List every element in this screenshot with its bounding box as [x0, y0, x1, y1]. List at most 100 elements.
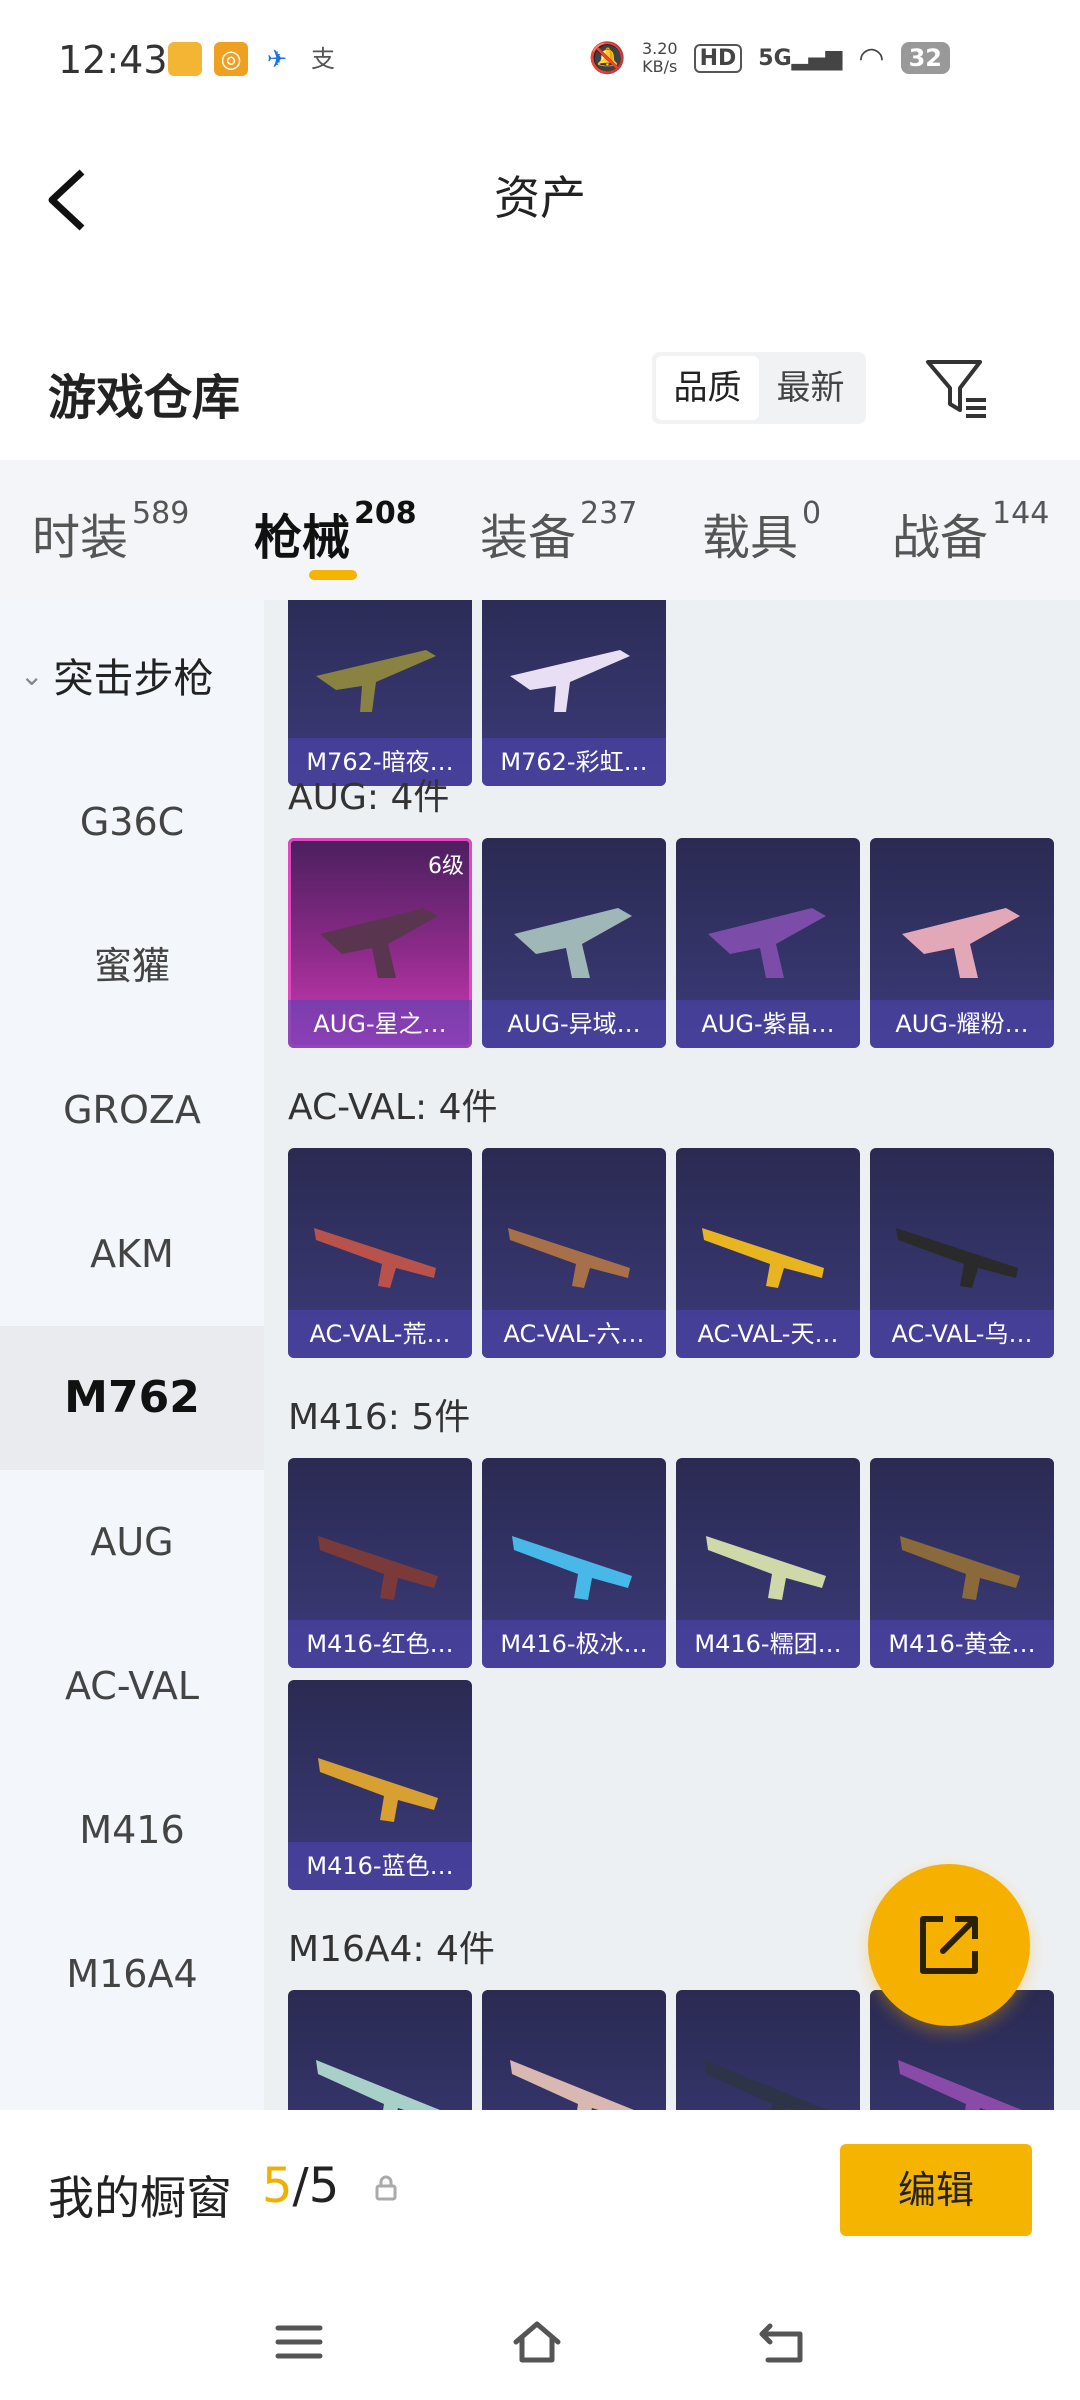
tab-label: 载具: [702, 510, 799, 566]
mute-icon: 🔕: [588, 40, 626, 76]
sidebar-item-groza[interactable]: GROZA: [0, 1038, 264, 1182]
sidebar-item-honey-badger[interactable]: 蜜獾: [0, 894, 264, 1038]
tab-count: 0: [802, 496, 822, 531]
showcase-bar: 我的橱窗 5/5 编辑: [0, 2112, 1080, 2282]
sidebar-item-m16a4[interactable]: M16A4: [0, 1902, 264, 2046]
weapon-card[interactable]: M416-糯团…: [676, 1458, 860, 1668]
menu-icon[interactable]: [274, 2318, 324, 2366]
status-indicators: 🔕 3.20 KB/s HD 5G▂▄▆ ◠ 32: [589, 40, 950, 76]
weapon-card[interactable]: M416-极冰…: [482, 1458, 666, 1668]
tab-vehicles[interactable]: 载具 0: [702, 496, 822, 568]
rifle-icon: [508, 1228, 630, 1288]
weapon-sidebar: ⌄ 突击步枪 G36C 蜜獾 GROZA AKM M762 AUG AC-VAL…: [0, 600, 264, 2110]
section-label-ac-val: AC-VAL: 4件: [288, 1087, 498, 1128]
section-label-m416: M416: 5件: [288, 1397, 471, 1438]
warehouse-bar: 游戏仓库 品质 最新: [0, 340, 1080, 460]
weapon-card-name: AUG-星之…: [288, 1000, 472, 1048]
filter-icon: [926, 360, 986, 418]
signal-label: 5G: [758, 45, 792, 71]
edit-button[interactable]: 编辑: [840, 2144, 1032, 2236]
weapon-card[interactable]: M416-红色…: [288, 1458, 472, 1668]
rifle-icon: [702, 1228, 824, 1288]
hd-icon: HD: [693, 43, 743, 73]
weapon-card[interactable]: [288, 1990, 472, 2110]
weapon-card[interactable]: M416-黄金…: [870, 1458, 1054, 1668]
wifi-icon: ◠: [858, 40, 885, 76]
sidebar-group-assault-rifles[interactable]: ⌄ 突击步枪: [20, 646, 213, 704]
rifle-icon: [896, 1228, 1018, 1288]
sort-quality-button[interactable]: 品质: [656, 356, 759, 420]
showcase-total: 5: [308, 2158, 340, 2214]
tab-fashion[interactable]: 时装 589: [32, 496, 189, 568]
sidebar-item-m416[interactable]: M416: [0, 1758, 264, 1902]
sidebar-item-m762[interactable]: M762: [0, 1326, 264, 1470]
weapon-card[interactable]: M416-蓝色…: [288, 1680, 472, 1890]
rifle-icon: [318, 1536, 438, 1600]
level-badge: 6级: [428, 854, 464, 879]
weapon-card-name: M762-彩虹…: [482, 738, 666, 786]
sidebar-item-aug[interactable]: AUG: [0, 1470, 264, 1614]
section-label-aug: AUG: 4件: [288, 777, 450, 818]
rifle-icon: [510, 2060, 634, 2110]
net-speed: 3.20 KB/s: [642, 40, 678, 76]
tab-indicator: [309, 570, 357, 580]
weapon-card[interactable]: M762-彩虹…: [482, 600, 666, 786]
telecom-icon: ✈: [266, 45, 288, 73]
weapon-card[interactable]: M762-暗夜…: [288, 600, 472, 786]
rifle-icon: [320, 908, 438, 978]
weapon-card[interactable]: AUG-紫晶…: [676, 838, 860, 1048]
rifle-icon: [314, 1228, 436, 1288]
weapon-card[interactable]: AC-VAL-荒…: [288, 1148, 472, 1358]
tab-gear[interactable]: 装备 237: [480, 496, 637, 568]
tab-label: 枪械: [254, 510, 351, 566]
sidebar-item-g36c[interactable]: G36C: [0, 750, 264, 894]
notification-icons: ◎ ✈ 支: [168, 42, 340, 76]
rifle-icon: [514, 908, 632, 978]
page-title: 资产: [494, 171, 586, 225]
tab-label: 装备: [480, 510, 577, 566]
showcase-current: 5: [262, 2158, 293, 2214]
tab-guns[interactable]: 枪械 208: [254, 496, 417, 568]
weapon-card-name: AUG-异域…: [482, 1000, 666, 1048]
sort-toggle: 品质 最新: [652, 352, 866, 424]
sort-latest-button[interactable]: 最新: [759, 356, 862, 420]
rifle-icon: [512, 1536, 632, 1600]
tab-label: 战备: [892, 510, 989, 566]
weapon-card[interactable]: AC-VAL-乌…: [870, 1148, 1054, 1358]
signal-icon: 5G▂▄▆: [758, 45, 843, 71]
rifle-icon: [900, 1536, 1020, 1600]
rings-app-icon: ◎: [214, 42, 248, 76]
weapon-card[interactable]: [676, 1990, 860, 2110]
lock-icon: [375, 2175, 397, 2201]
sidebar-item-akm[interactable]: AKM: [0, 1182, 264, 1326]
rifle-icon: [708, 908, 826, 978]
weapon-card[interactable]: [482, 1990, 666, 2110]
tab-supplies[interactable]: 战备 144: [892, 496, 1049, 568]
tab-count: 208: [354, 496, 417, 531]
weapon-card-name: M416-糯团…: [676, 1620, 860, 1668]
weapon-card[interactable]: AC-VAL-天…: [676, 1148, 860, 1358]
home-icon[interactable]: [512, 2318, 562, 2366]
external-link-icon: [920, 1916, 978, 1974]
battery-icon: 32: [900, 42, 950, 74]
weapon-card-name: M416-红色…: [288, 1620, 472, 1668]
weapon-card[interactable]: 6级 AUG-星之…: [288, 838, 472, 1048]
showcase-separator: /: [292, 2158, 309, 2214]
weapon-card[interactable]: AUG-耀粉…: [870, 838, 1054, 1048]
weapon-card-name: AC-VAL-天…: [676, 1310, 860, 1358]
net-speed-value: 3.20: [641, 39, 678, 58]
weapon-card[interactable]: AC-VAL-六…: [482, 1148, 666, 1358]
warehouse-title: 游戏仓库: [48, 370, 241, 426]
back-nav-icon[interactable]: [756, 2318, 806, 2366]
filter-button[interactable]: [922, 354, 990, 422]
share-fab-button[interactable]: [868, 1864, 1030, 2026]
sidebar-group-label: 突击步枪: [53, 656, 214, 702]
app-header: 资产: [0, 140, 1080, 260]
sidebar-item-ac-val[interactable]: AC-VAL: [0, 1614, 264, 1758]
showcase-count: 5/5: [262, 2158, 339, 2214]
weapon-card-name: AUG-耀粉…: [870, 1000, 1054, 1048]
system-nav-bar: [0, 2282, 1080, 2400]
rifle-icon: [318, 1758, 438, 1822]
rifle-icon: [510, 650, 630, 712]
weapon-card[interactable]: AUG-异域…: [482, 838, 666, 1048]
